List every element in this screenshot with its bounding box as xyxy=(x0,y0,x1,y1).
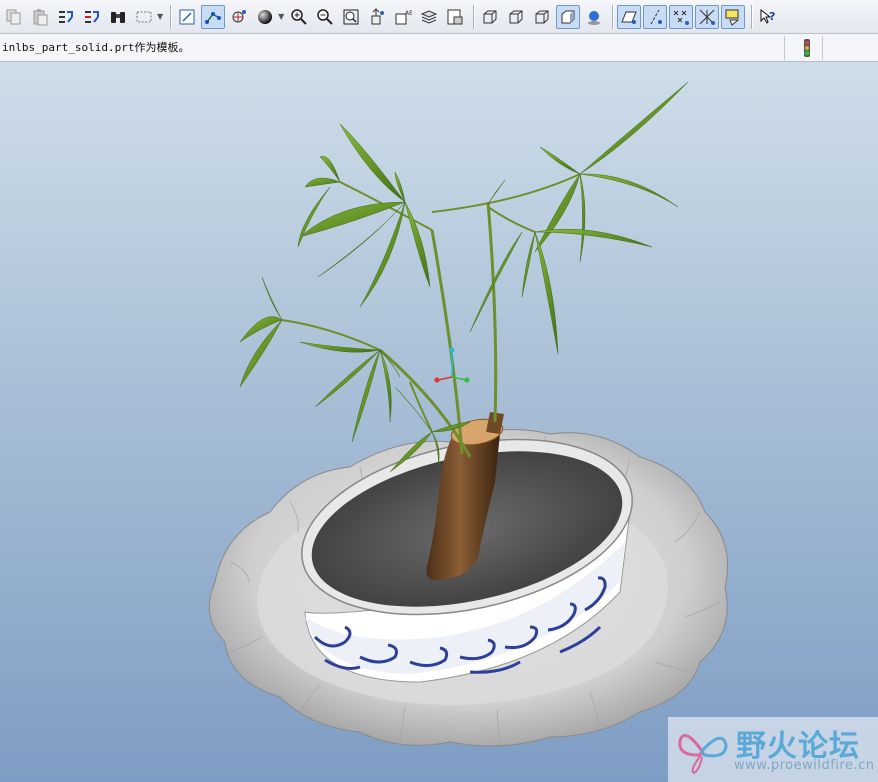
model-render xyxy=(208,81,728,748)
enhanced-realism-button[interactable] xyxy=(582,5,606,29)
zoom-in-icon xyxy=(291,8,308,25)
message-bar: inlbs_part_solid.prt作为模板。 xyxy=(0,34,878,62)
binoculars-icon xyxy=(111,11,125,23)
shaded-icon xyxy=(561,10,575,23)
select-dropdown-icon[interactable]: ▼ xyxy=(157,12,163,21)
refit-icon xyxy=(343,9,359,24)
wireframe-button[interactable] xyxy=(478,5,502,29)
zoom-out-icon xyxy=(317,8,334,25)
butterfly-logo-icon xyxy=(678,733,728,775)
zoom-in-button[interactable] xyxy=(287,5,311,29)
datum-axes-button[interactable] xyxy=(643,4,668,29)
reorient-button[interactable] xyxy=(365,5,389,29)
find-button[interactable] xyxy=(106,5,130,29)
datum-points-button[interactable] xyxy=(669,4,694,29)
shaded-button[interactable] xyxy=(556,4,581,29)
message-text: inlbs_part_solid.prt作为模板。 xyxy=(2,41,190,54)
saved-views-button[interactable]: AB xyxy=(391,5,415,29)
zoom-out-button[interactable] xyxy=(313,5,337,29)
main-toolbar: ▼ ▼ AB ? xyxy=(0,0,878,34)
shading-sphere-icon xyxy=(258,9,273,24)
shading-dropdown-icon[interactable]: ▼ xyxy=(278,12,284,21)
datum-points-icon xyxy=(673,10,690,25)
graphics-viewport[interactable] xyxy=(0,62,878,782)
watermark-url: www.proewildfire.cn xyxy=(734,758,875,773)
copy-button[interactable] xyxy=(2,5,26,29)
forum-watermark: 野火论坛 www.proewildfire.cn xyxy=(668,717,878,782)
view-manager-icon xyxy=(447,9,463,24)
coordinate-triad xyxy=(434,347,470,383)
plant-stems xyxy=(281,173,581,458)
select-box-button[interactable] xyxy=(132,5,156,29)
svg-text:AB: AB xyxy=(405,10,412,17)
paste-icon xyxy=(33,8,48,25)
context-help-button[interactable]: ? xyxy=(756,5,780,29)
datum-planes-icon xyxy=(621,11,638,24)
realism-icon xyxy=(588,10,601,25)
regenerate-button[interactable] xyxy=(54,5,78,29)
copy-icon xyxy=(6,9,21,24)
datum-planes-button[interactable] xyxy=(617,4,642,29)
annotations-button[interactable] xyxy=(721,4,746,29)
no-hidden-icon xyxy=(535,10,549,23)
coordinate-systems-button[interactable] xyxy=(695,4,720,29)
regenerate-manager-icon xyxy=(85,10,99,23)
no-hidden-button[interactable] xyxy=(530,5,554,29)
message-divider xyxy=(822,36,823,60)
spin-center-icon xyxy=(232,9,247,22)
help-icon: ? xyxy=(760,8,776,24)
toolbar-separator xyxy=(612,4,614,29)
datum-axes-icon xyxy=(650,9,663,24)
regenerate-icon xyxy=(59,10,73,23)
regenerate-manager-button[interactable] xyxy=(80,5,104,29)
toolbar-separator xyxy=(751,4,753,29)
paste-button[interactable] xyxy=(28,5,52,29)
reorient-icon xyxy=(371,7,385,24)
toolbar-separator xyxy=(473,4,475,29)
datum-icon xyxy=(205,11,222,24)
select-box-icon xyxy=(136,11,152,22)
shading-button[interactable] xyxy=(253,5,277,29)
view-manager-button[interactable] xyxy=(443,5,467,29)
traffic-light-icon[interactable] xyxy=(800,38,814,58)
csys-icon xyxy=(699,9,716,25)
plant-leaves xyxy=(239,81,689,473)
sketch-view-button[interactable] xyxy=(175,5,199,29)
svg-text:?: ? xyxy=(769,10,775,23)
hidden-line-button[interactable] xyxy=(504,5,528,29)
annotations-icon xyxy=(725,9,740,26)
sketch-icon xyxy=(179,9,195,24)
layers-icon xyxy=(421,9,438,24)
toolbar-separator xyxy=(170,4,172,29)
spin-center-button[interactable] xyxy=(227,5,251,29)
refit-button[interactable] xyxy=(339,5,363,29)
hidden-line-icon xyxy=(509,10,523,23)
message-divider xyxy=(784,36,785,60)
saved-views-icon: AB xyxy=(395,10,412,24)
datum-display-button[interactable] xyxy=(201,4,226,29)
layers-button[interactable] xyxy=(417,5,441,29)
wireframe-icon xyxy=(483,10,497,23)
